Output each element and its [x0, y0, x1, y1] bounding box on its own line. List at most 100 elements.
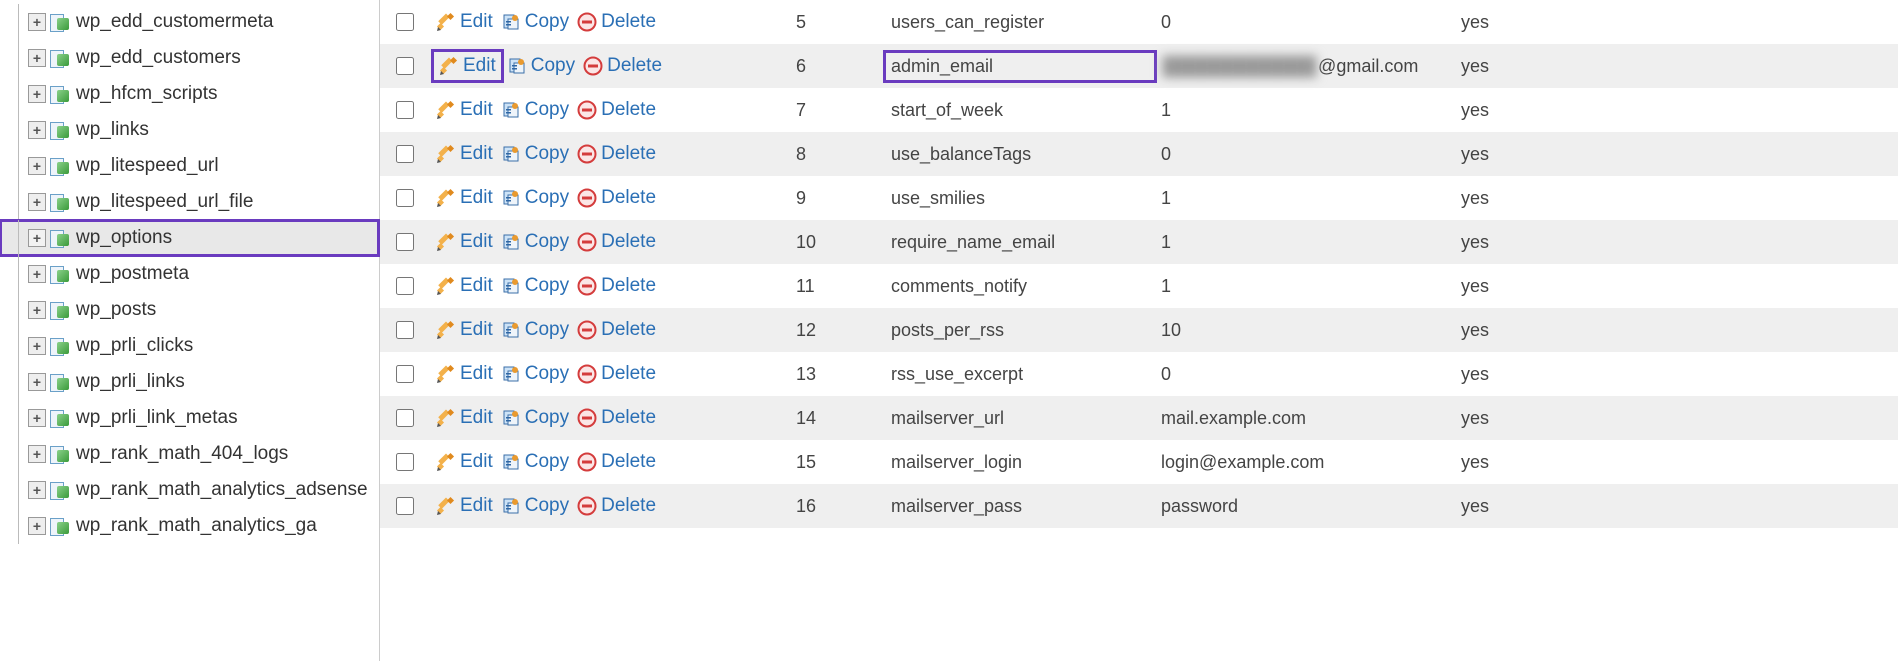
sidebar-item[interactable]: +wp_posts — [0, 292, 379, 328]
delete-button[interactable]: Delete — [577, 275, 656, 297]
autoload-value: yes — [1455, 408, 1535, 429]
delete-button[interactable]: Delete — [577, 319, 656, 341]
expand-icon[interactable]: + — [28, 157, 46, 175]
row-checkbox[interactable] — [396, 409, 414, 427]
edit-button[interactable]: Edit — [436, 11, 493, 33]
edit-button-label: Edit — [460, 11, 493, 33]
expand-icon[interactable]: + — [28, 121, 46, 139]
sidebar-item[interactable]: +wp_options — [0, 220, 379, 256]
sidebar-item[interactable]: +wp_prli_links — [0, 364, 379, 400]
delete-icon — [577, 320, 597, 340]
option-name: require_name_email — [885, 232, 1155, 253]
sidebar-item[interactable]: + wp_edd_customers — [0, 40, 379, 76]
copy-button[interactable]: Copy — [501, 451, 569, 473]
expand-icon[interactable]: + — [28, 193, 46, 211]
copy-button[interactable]: Copy — [501, 319, 569, 341]
copy-icon — [501, 276, 521, 296]
sidebar-item[interactable]: +wp_prli_clicks — [0, 328, 379, 364]
sidebar-item[interactable]: +wp_rank_math_analytics_ga — [0, 508, 379, 544]
edit-button[interactable]: Edit — [436, 407, 493, 429]
edit-button[interactable]: Edit — [436, 363, 493, 385]
row-checkbox[interactable] — [396, 277, 414, 295]
sidebar-item[interactable]: +wp_prli_link_metas — [0, 400, 379, 436]
copy-button[interactable]: Copy — [501, 275, 569, 297]
expand-icon[interactable]: + — [28, 373, 46, 391]
sidebar-item[interactable]: +wp_postmeta — [0, 256, 379, 292]
edit-icon — [436, 188, 456, 208]
sidebar-item[interactable]: +wp_rank_math_404_logs — [0, 436, 379, 472]
copy-button[interactable]: Copy — [501, 11, 569, 33]
copy-button[interactable]: Copy — [501, 407, 569, 429]
copy-button[interactable]: Copy — [501, 495, 569, 517]
expand-icon[interactable]: + — [28, 229, 46, 247]
sidebar-item-label: wp_edd_customermeta — [76, 11, 274, 33]
expand-icon[interactable]: + — [28, 409, 46, 427]
sidebar-item[interactable]: +wp_links — [0, 112, 379, 148]
expand-icon[interactable]: + — [28, 445, 46, 463]
edit-button[interactable]: Edit — [436, 54, 499, 78]
sidebar-item[interactable]: +wp_litespeed_url — [0, 148, 379, 184]
sidebar-item[interactable]: +wp_litespeed_url_file — [0, 184, 379, 220]
data-table: EditCopyDelete5users_can_register0yesEdi… — [380, 0, 1898, 661]
option-value: 1 — [1155, 276, 1455, 297]
row-checkbox[interactable] — [396, 233, 414, 251]
copy-icon — [501, 364, 521, 384]
row-checkbox[interactable] — [396, 453, 414, 471]
sidebar-item[interactable]: +wp_rank_math_analytics_adsense — [0, 472, 379, 508]
sidebar-item[interactable]: +wp_hfcm_scripts — [0, 76, 379, 112]
sidebar-item[interactable]: + wp_edd_customermeta — [0, 4, 379, 40]
row-checkbox[interactable] — [396, 101, 414, 119]
delete-button[interactable]: Delete — [577, 363, 656, 385]
expand-icon[interactable]: + — [28, 517, 46, 535]
expand-icon[interactable]: + — [28, 337, 46, 355]
delete-button[interactable]: Delete — [577, 11, 656, 33]
delete-button[interactable]: Delete — [577, 407, 656, 429]
option-value: ████████████@gmail.com — [1155, 56, 1455, 77]
expand-icon[interactable]: + — [28, 481, 46, 499]
row-checkbox[interactable] — [396, 321, 414, 339]
table-icon — [50, 120, 70, 140]
delete-button[interactable]: Delete — [577, 451, 656, 473]
copy-button[interactable]: Copy — [507, 55, 575, 77]
copy-button[interactable]: Copy — [501, 231, 569, 253]
table-icon — [50, 156, 70, 176]
expand-icon[interactable]: + — [28, 13, 46, 31]
autoload-value: yes — [1455, 364, 1535, 385]
edit-button[interactable]: Edit — [436, 275, 493, 297]
edit-icon — [436, 12, 456, 32]
row-checkbox[interactable] — [396, 497, 414, 515]
expand-icon[interactable]: + — [28, 265, 46, 283]
edit-button[interactable]: Edit — [436, 231, 493, 253]
copy-button[interactable]: Copy — [501, 187, 569, 209]
edit-button[interactable]: Edit — [436, 99, 493, 121]
delete-button[interactable]: Delete — [577, 143, 656, 165]
edit-button[interactable]: Edit — [436, 495, 493, 517]
edit-button[interactable]: Edit — [436, 451, 493, 473]
delete-icon — [577, 452, 597, 472]
expand-icon[interactable]: + — [28, 85, 46, 103]
row-checkbox[interactable] — [396, 365, 414, 383]
expand-icon[interactable]: + — [28, 49, 46, 67]
option-name: mailserver_pass — [885, 496, 1155, 517]
delete-button[interactable]: Delete — [577, 99, 656, 121]
expand-icon[interactable]: + — [28, 301, 46, 319]
delete-button[interactable]: Delete — [577, 231, 656, 253]
copy-button[interactable]: Copy — [501, 143, 569, 165]
row-actions: Edit Copy Delete — [430, 451, 790, 473]
copy-button[interactable]: Copy — [501, 363, 569, 385]
row-checkbox[interactable] — [396, 13, 414, 31]
delete-button[interactable]: Delete — [577, 495, 656, 517]
row-checkbox[interactable] — [396, 189, 414, 207]
edit-button[interactable]: Edit — [436, 187, 493, 209]
delete-button[interactable]: Delete — [577, 187, 656, 209]
copy-icon — [501, 408, 521, 428]
row-actions: Edit Copy Delete — [430, 363, 790, 385]
table-icon — [50, 84, 70, 104]
edit-button[interactable]: Edit — [436, 143, 493, 165]
sidebar-item-label: wp_edd_customers — [76, 47, 241, 69]
delete-button[interactable]: Delete — [583, 55, 662, 77]
copy-button[interactable]: Copy — [501, 99, 569, 121]
row-checkbox[interactable] — [396, 57, 414, 75]
edit-button[interactable]: Edit — [436, 319, 493, 341]
row-checkbox[interactable] — [396, 145, 414, 163]
